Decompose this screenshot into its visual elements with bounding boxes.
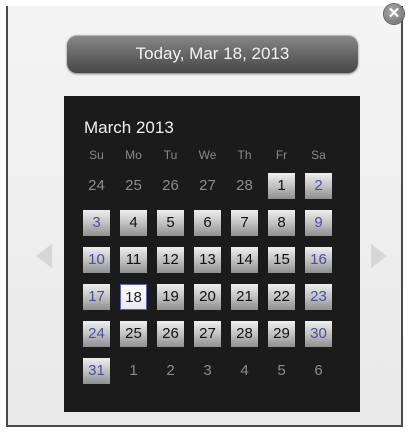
chevron-right-icon[interactable]	[371, 244, 387, 268]
day-cell[interactable]: 7	[231, 210, 258, 236]
day-cell[interactable]: 25	[120, 173, 147, 199]
day-cell[interactable]: 24	[83, 173, 110, 199]
chevron-left-icon[interactable]	[36, 244, 52, 268]
day-cell[interactable]: 28	[231, 173, 258, 199]
day-cell[interactable]: 5	[268, 358, 295, 384]
day-cell[interactable]: 10	[83, 247, 110, 273]
day-cell[interactable]: 4	[120, 210, 147, 236]
day-cell[interactable]: 13	[194, 247, 221, 273]
today-button[interactable]: Today, Mar 18, 2013	[67, 35, 358, 73]
day-cell[interactable]: 26	[157, 321, 184, 347]
close-icon[interactable]: ✕	[384, 4, 404, 24]
day-cell[interactable]: 23	[305, 284, 332, 310]
day-cell[interactable]: 1	[268, 173, 295, 199]
day-cell[interactable]: 19	[157, 284, 184, 310]
day-cell[interactable]: 6	[305, 358, 332, 384]
day-cell[interactable]: 29	[268, 321, 295, 347]
day-cell[interactable]: 15	[268, 247, 295, 273]
day-cell[interactable]: 24	[83, 321, 110, 347]
weekday-header: Th	[237, 148, 252, 162]
weekday-header: Mo	[125, 148, 142, 162]
day-cell[interactable]: 3	[83, 210, 110, 236]
today-day-cell[interactable]: 18	[120, 284, 147, 310]
day-cell[interactable]: 28	[231, 321, 258, 347]
day-cell[interactable]: 22	[268, 284, 295, 310]
weekday-header: Sa	[311, 148, 326, 162]
day-cell[interactable]: 27	[194, 173, 221, 199]
day-cell[interactable]: 26	[157, 173, 184, 199]
weekday-header: Fr	[275, 148, 288, 162]
day-cell[interactable]: 6	[194, 210, 221, 236]
day-cell[interactable]: 21	[231, 284, 258, 310]
day-cell[interactable]: 11	[120, 247, 147, 273]
day-cell[interactable]: 12	[157, 247, 184, 273]
day-cell[interactable]: 4	[231, 358, 258, 384]
day-cell[interactable]: 3	[194, 358, 221, 384]
day-cell[interactable]: 2	[157, 358, 184, 384]
weekday-header: Tu	[163, 148, 178, 162]
day-cell[interactable]: 27	[194, 321, 221, 347]
day-cell[interactable]: 31	[83, 358, 110, 384]
day-cell[interactable]: 1	[120, 358, 147, 384]
calendar-grid: March 2013 Su Mo Tu We Th Fr Sa 24 25 26…	[64, 96, 360, 412]
weekday-header: We	[198, 148, 217, 162]
weekday-header: Su	[89, 148, 104, 162]
day-cell[interactable]: 8	[268, 210, 295, 236]
day-cell[interactable]: 20	[194, 284, 221, 310]
day-cell[interactable]: 14	[231, 247, 258, 273]
day-cell[interactable]: 30	[305, 321, 332, 347]
day-cell[interactable]: 5	[157, 210, 184, 236]
month-title: March 2013	[84, 118, 174, 137]
day-cell[interactable]: 9	[305, 210, 332, 236]
day-cell[interactable]: 17	[83, 284, 110, 310]
day-cell[interactable]: 16	[305, 247, 332, 273]
day-cell[interactable]: 2	[305, 173, 332, 199]
day-cell[interactable]: 25	[120, 321, 147, 347]
